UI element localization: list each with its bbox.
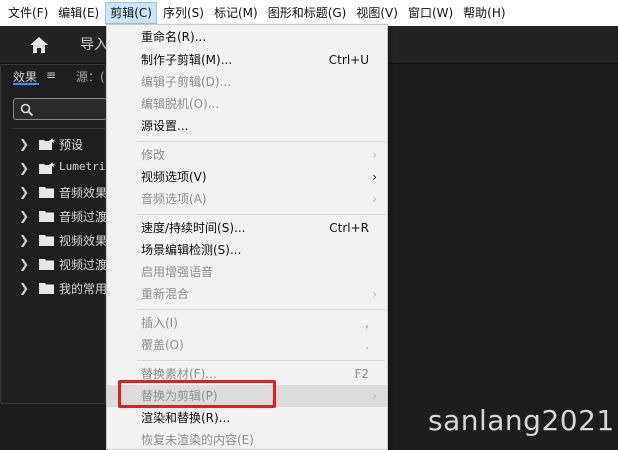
menu-item-rename[interactable]: 重命名(R)...	[107, 26, 387, 48]
tree-item-label: 预设	[59, 138, 84, 152]
menu-item-modify[interactable]: 修改 ›	[107, 144, 387, 166]
chevron-right-icon[interactable]: ❯	[19, 185, 29, 199]
menu-item-label: 渲染和替换(R)...	[141, 411, 231, 425]
tree-item-label: 音频效果	[59, 186, 108, 200]
tab-import[interactable]: 导入	[80, 34, 108, 54]
menu-item-speed-duration[interactable]: 速度/持续时间(S)... Ctrl+R	[107, 217, 387, 239]
menu-item-label: 覆盖(O)	[141, 338, 184, 352]
menu-item-label: 编辑子剪辑(D)...	[141, 75, 232, 89]
menu-item-render-replace[interactable]: 渲染和替换(R)...	[107, 407, 387, 429]
folder-icon	[39, 210, 55, 225]
chevron-right-icon[interactable]: ❯	[19, 281, 29, 295]
preset-folder-icon	[39, 162, 55, 177]
chevron-right-icon[interactable]: ❯	[19, 161, 29, 175]
menu-view[interactable]: 视图(V)	[352, 2, 402, 24]
submenu-arrow-icon: ›	[372, 170, 377, 184]
menu-separator	[137, 214, 385, 215]
menu-graphics-titles[interactable]: 图形和标题(G)	[264, 2, 351, 24]
menu-item-label: 视频选项(V)	[141, 170, 207, 184]
tree-item-label: 视频效果	[59, 234, 108, 248]
submenu-arrow-icon: ›	[372, 287, 377, 301]
menu-item-insert[interactable]: 插入(I) ,	[107, 312, 387, 334]
menu-item-enhance-speech[interactable]: 启用增强语音	[107, 261, 387, 283]
tree-item-label: 视频过渡	[59, 258, 108, 272]
menu-item-make-subclip[interactable]: 制作子剪辑(M)... Ctrl+U	[107, 49, 387, 71]
menu-item-label: 制作子剪辑(M)...	[141, 53, 233, 67]
menu-clip[interactable]: 剪辑(C)	[105, 2, 157, 24]
submenu-arrow-icon: ›	[372, 192, 377, 206]
menu-item-edit-offline[interactable]: 编辑脱机(O)...	[107, 93, 387, 115]
home-icon[interactable]	[28, 34, 50, 56]
menu-file[interactable]: 文件(F)	[4, 2, 52, 24]
highlight-box	[118, 380, 276, 408]
chevron-right-icon[interactable]: ❯	[19, 209, 29, 223]
menu-item-video-options[interactable]: 视频选项(V) ›	[107, 166, 387, 188]
panel-menu-icon[interactable]: ≡	[46, 68, 56, 82]
search-icon	[20, 103, 34, 117]
menu-separator	[137, 360, 385, 361]
menu-item-shortcut: Ctrl+U	[328, 53, 369, 67]
menu-item-label: 重新混合	[141, 287, 190, 301]
menu-item-label: 音频选项(A)	[141, 192, 207, 206]
menu-item-source-settings[interactable]: 源设置...	[107, 115, 387, 137]
chevron-right-icon[interactable]: ❯	[19, 257, 29, 271]
effects-search-input[interactable]	[13, 98, 107, 120]
menu-item-label: 启用增强语音	[141, 265, 214, 279]
menu-item-label: 修改	[141, 148, 166, 162]
menu-item-shortcut: Ctrl+R	[329, 221, 369, 235]
menu-item-shortcut: F2	[354, 367, 369, 381]
menu-item-edit-subclip[interactable]: 编辑子剪辑(D)...	[107, 71, 387, 93]
tree-item-label: 音频过渡	[59, 210, 108, 224]
menu-help[interactable]: 帮助(H)	[459, 2, 509, 24]
menu-sequence[interactable]: 序列(S)	[159, 2, 208, 24]
menu-item-label: 重命名(R)...	[141, 30, 207, 44]
folder-icon	[39, 282, 55, 297]
submenu-arrow-icon: ›	[372, 389, 377, 403]
tab-source[interactable]: 源：(	[76, 68, 105, 85]
menu-item-label: 编辑脱机(O)...	[141, 97, 220, 111]
tab-effects-underline	[13, 83, 39, 85]
menu-item-shortcut: ,	[365, 316, 369, 330]
effects-tree: ❯ 预设 ❯ Lumetri ❯ 音频效果 ❯ 音频过渡 ❯ 视频效果 ❯ 视频…	[13, 128, 108, 297]
menu-item-label: 场景编辑检测(S)...	[141, 243, 242, 257]
menu-bar: 文件(F) 编辑(E) 剪辑(C) 序列(S) 标记(M) 图形和标题(G) 视…	[0, 0, 618, 26]
menu-item-overwrite[interactable]: 覆盖(O) .	[107, 334, 387, 356]
folder-icon	[39, 234, 55, 249]
menu-item-shortcut: .	[365, 338, 369, 352]
folder-icon	[39, 186, 55, 201]
menu-item-remix[interactable]: 重新混合 ›	[107, 283, 387, 305]
menu-markers[interactable]: 标记(M)	[210, 2, 262, 24]
effects-panel: 效果 ≡ 源：( ❯ 预设 ❯ Lumetri ❯ 音频效果 ❯ 音频过渡 ❯ …	[0, 64, 108, 404]
menu-item-label: 源设置...	[141, 119, 189, 133]
menu-window[interactable]: 窗口(W)	[404, 2, 457, 24]
chevron-right-icon[interactable]: ❯	[19, 233, 29, 247]
menu-separator	[137, 309, 385, 310]
menu-item-scene-edit-detection[interactable]: 场景编辑检测(S)...	[107, 239, 387, 261]
menu-item-audio-options[interactable]: 音频选项(A) ›	[107, 188, 387, 210]
submenu-arrow-icon: ›	[372, 148, 377, 162]
menu-item-label: 恢复未渲染的内容(E)	[141, 433, 254, 447]
menu-item-restore-unrendered[interactable]: 恢复未渲染的内容(E)	[107, 429, 387, 450]
watermark: sanlang2021	[428, 404, 615, 437]
preset-folder-icon	[39, 138, 55, 153]
menu-item-label: 速度/持续时间(S)...	[141, 221, 246, 235]
chevron-right-icon[interactable]: ❯	[19, 137, 29, 151]
menu-separator	[137, 141, 385, 142]
panel-tabs: 效果 ≡ 源：(	[1, 65, 107, 87]
menu-edit[interactable]: 编辑(E)	[54, 2, 103, 24]
menu-item-label: 插入(I)	[141, 316, 178, 330]
folder-icon	[39, 258, 55, 273]
tree-item-label: 我的常用	[59, 282, 108, 296]
tree-item-label: Lumetri	[59, 160, 106, 173]
